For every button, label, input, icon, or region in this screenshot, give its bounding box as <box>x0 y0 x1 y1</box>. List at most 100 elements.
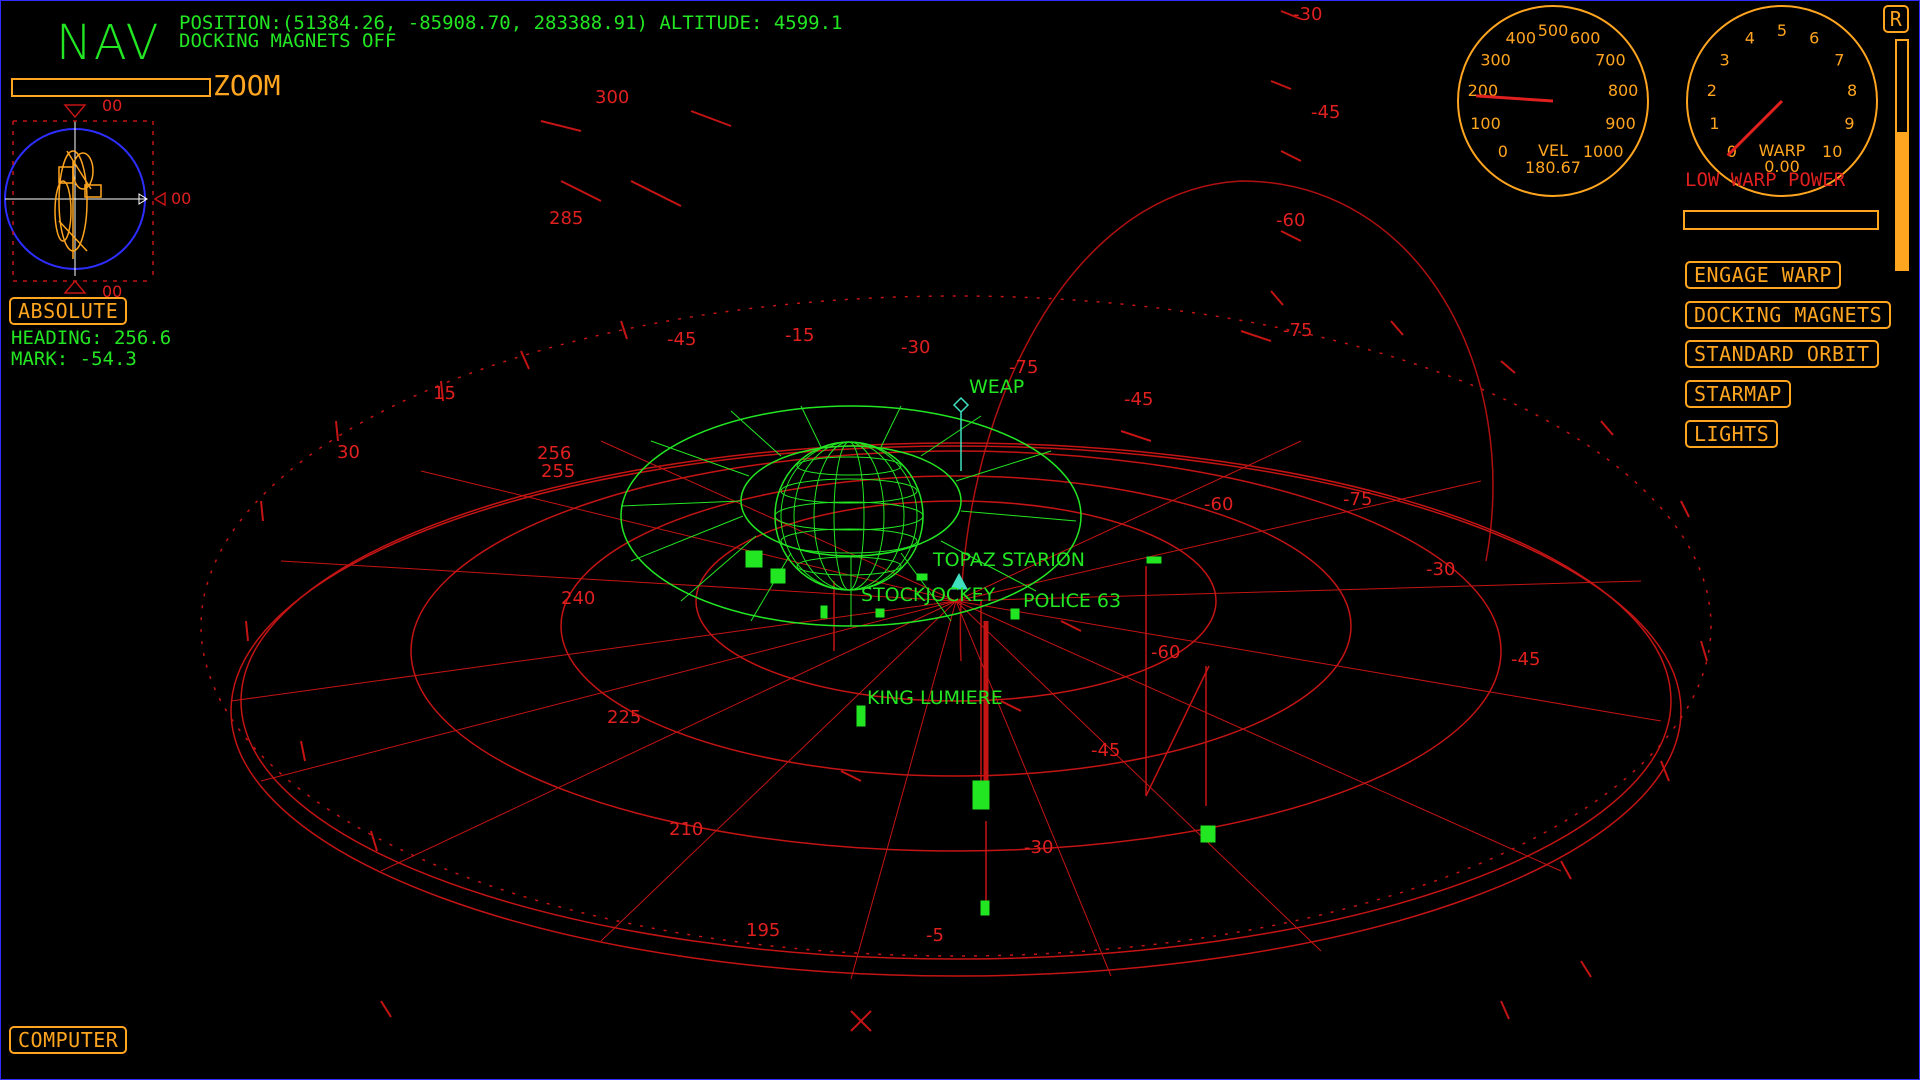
warp-power-slider[interactable] <box>1683 210 1879 230</box>
planet-sphere <box>774 441 924 591</box>
mark-label: -5 <box>926 925 944 946</box>
mark-labels: -30 -45 -60 -75 -5 -45 -15 -30 -75 -45 -… <box>667 4 1540 946</box>
grid-ring-mid <box>410 450 1502 852</box>
gauge-tick-label: 800 <box>1608 81 1639 100</box>
gauge-tick-label: 900 <box>1605 114 1636 133</box>
r-button[interactable]: R <box>1883 5 1909 33</box>
gauge-tick-label: 1 <box>1709 114 1719 133</box>
gauge-tick-label: 100 <box>1470 114 1501 133</box>
gauge-tick-label: 3 <box>1720 50 1730 69</box>
grid-ring-outer-3 <box>200 295 1712 957</box>
heading-mark-15: 15 <box>433 383 456 404</box>
weap-marker[interactable] <box>952 396 970 471</box>
gauge-tick-label: 0 <box>1498 142 1508 161</box>
ship-left-2[interactable] <box>770 568 786 584</box>
mark-label: -45 <box>1091 740 1120 761</box>
ship-station[interactable] <box>916 573 928 581</box>
label-weap: WEAP <box>969 376 1024 398</box>
planet-topaz[interactable] <box>620 405 1082 627</box>
ship-left-5[interactable] <box>1010 608 1020 620</box>
gauge-tick-label: 700 <box>1595 50 1626 69</box>
heading-readout: HEADING: 256.6 <box>11 327 172 349</box>
ship-lower[interactable] <box>980 900 990 916</box>
mark-label: -45 <box>1311 102 1340 123</box>
engage-warp-button[interactable]: ENGAGE WARP <box>1685 261 1841 289</box>
zoom-label: ZOOM <box>213 69 281 102</box>
ship-police-63[interactable] <box>1146 556 1162 564</box>
label-king-lumiere: KING LUMIERE <box>867 687 1003 709</box>
ship-wireframe-icon <box>54 150 102 259</box>
gauge-tick-label: 6 <box>1809 29 1819 48</box>
label-topaz-station: TOPAZ STARION <box>932 549 1085 571</box>
mark-label: -15 <box>785 325 814 346</box>
docking-magnets-button[interactable]: DOCKING MAGNETS <box>1685 301 1892 329</box>
gauge-tick-label: 2 <box>1707 81 1717 100</box>
gauge-tick-label: 7 <box>1834 50 1844 69</box>
gauge-tick-label: 5 <box>1777 21 1787 40</box>
zoom-value-right: 00 <box>171 189 191 208</box>
heading-mark-270: 255 <box>541 461 575 482</box>
heading-mark-225: 225 <box>607 707 641 728</box>
mark-label: -45 <box>1124 389 1153 410</box>
mark-label: -60 <box>1151 642 1180 663</box>
mark-label: -30 <box>901 337 930 358</box>
standard-orbit-button[interactable]: STANDARD ORBIT <box>1685 340 1879 368</box>
gauge-tick-label: 1000 <box>1583 142 1624 161</box>
gauge-tick-label: 8 <box>1847 81 1857 100</box>
heading-mark-285: 285 <box>549 208 583 229</box>
warp-power-fill <box>1897 132 1907 269</box>
heading-mark-300: 300 <box>595 87 629 108</box>
outer-ticks <box>245 10 1708 1032</box>
mark-label: -45 <box>1511 649 1540 670</box>
gauge-tick-label: 300 <box>1480 50 1511 69</box>
gauge-tick-label: 400 <box>1506 29 1537 48</box>
warp-power-meter <box>1895 39 1909 271</box>
heading-mark-30: 30 <box>337 442 360 463</box>
computer-button[interactable]: COMPUTER <box>9 1026 128 1054</box>
orbital-grid <box>200 10 1712 1032</box>
mark-label: -45 <box>667 329 696 350</box>
mark-label: -30 <box>1024 837 1053 858</box>
mark-label: -75 <box>1343 489 1372 510</box>
starmap-button[interactable]: STARMAP <box>1685 380 1791 408</box>
low-warp-power-warning: LOW WARP POWER <box>1685 169 1846 191</box>
gauge-tick-label: 10 <box>1822 142 1842 161</box>
mark-label: -75 <box>1009 357 1038 378</box>
label-police: POLICE 63 <box>1023 590 1121 612</box>
ship-left-1[interactable] <box>745 550 763 568</box>
mark-readout: MARK: -54.3 <box>11 348 137 370</box>
zoom-slider[interactable] <box>11 78 211 97</box>
heading-mark-255: 256 <box>537 443 571 464</box>
ship-left-4[interactable] <box>875 608 885 618</box>
warp-gauge: 012345678910 WARP 0.00 <box>1686 5 1878 197</box>
gauge-tick-label: 4 <box>1745 29 1755 48</box>
ship-king-lumiere[interactable] <box>856 705 866 727</box>
grid-spokes <box>230 440 1662 980</box>
velocity-value: 180.67 <box>1525 158 1581 177</box>
grid-ring-outer <box>230 445 1682 977</box>
label-stockjockey: STOCKJOCKEY <box>861 584 996 606</box>
gauge-tick-label: 9 <box>1844 114 1854 133</box>
ship-left-3[interactable] <box>820 605 828 619</box>
attitude-compass[interactable]: 00 00 00 <box>4 96 191 301</box>
lights-button[interactable]: LIGHTS <box>1685 420 1779 448</box>
heading-mark-240: 240 <box>561 588 595 609</box>
docking-status: DOCKING MAGNETS OFF <box>179 30 397 52</box>
mark-label: -60 <box>1276 210 1305 231</box>
gauge-tick-label: 600 <box>1570 29 1601 48</box>
heading-mark-210: 210 <box>669 819 703 840</box>
mark-label: -30 <box>1293 4 1322 25</box>
gauge-tick-label: 500 <box>1538 21 1569 40</box>
contact-stalks <box>833 566 1210 901</box>
mark-label: -30 <box>1426 559 1455 580</box>
ship-right[interactable] <box>1200 825 1216 843</box>
nav-map-scene[interactable]: 300 285 255 256 240 225 210 195 15 30 -3… <box>1 1 1920 1080</box>
absolute-button[interactable]: ABSOLUTE <box>9 297 128 325</box>
mark-label: -60 <box>1204 494 1233 515</box>
heading-mark-195: 195 <box>746 920 780 941</box>
zoom-value-top: 00 <box>102 96 122 115</box>
detection-dome <box>959 180 1494 662</box>
mark-label: -75 <box>1283 320 1312 341</box>
nav-title: NAV <box>56 15 161 71</box>
ship-near-center[interactable] <box>972 780 990 810</box>
